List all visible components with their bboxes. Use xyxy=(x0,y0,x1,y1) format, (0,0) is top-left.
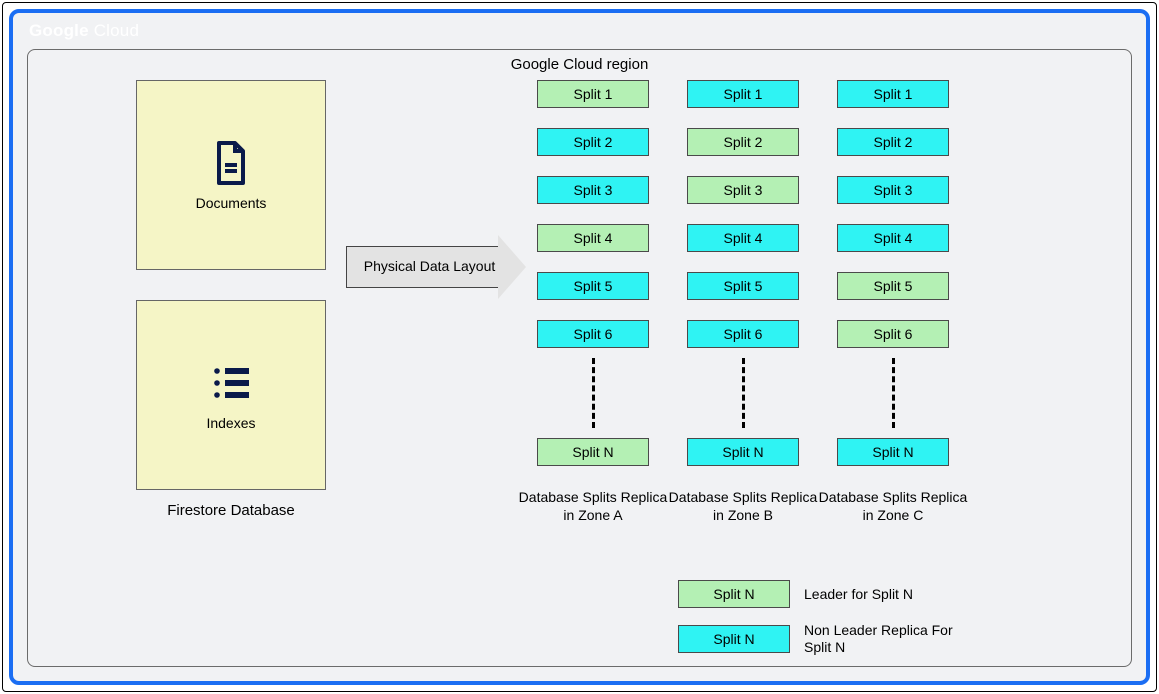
legend-leader-swatch: Split N xyxy=(678,580,790,608)
split-box: Split 5 xyxy=(837,272,949,300)
split-box: Split 2 xyxy=(837,128,949,156)
split-box: Split 5 xyxy=(687,272,799,300)
list-icon xyxy=(207,359,255,407)
split-box: Split 6 xyxy=(837,320,949,348)
documents-label: Documents xyxy=(196,195,267,211)
split-box: Split 1 xyxy=(537,80,649,108)
ellipsis-connector xyxy=(592,358,595,428)
split-box: Split N xyxy=(837,438,949,466)
indexes-box: Indexes xyxy=(136,300,326,490)
physical-data-layout-arrow: Physical Data Layout xyxy=(346,243,526,291)
split-box: Split 2 xyxy=(537,128,649,156)
google-cloud-title: Google Cloud xyxy=(29,21,139,41)
zone-c-column: Split 1 Split 2 Split 3 Split 4 Split 5 Split… xyxy=(828,80,958,524)
zone-caption: Database Splits Replica in Zone B xyxy=(668,488,818,524)
split-box: Split 4 xyxy=(537,224,649,252)
legend-replica-swatch: Split N xyxy=(678,625,790,653)
documents-box: Documents xyxy=(136,80,326,270)
split-box: Split 6 xyxy=(537,320,649,348)
brand-bold: Google xyxy=(29,21,89,40)
split-box: Split N xyxy=(687,438,799,466)
legend-leader-text: Leader for Split N xyxy=(804,586,974,603)
split-box: Split 3 xyxy=(537,176,649,204)
legend-replica-text: Non Leader Replica For Split N xyxy=(804,622,974,656)
legend-leader-row: Split N Leader for Split N xyxy=(678,580,974,608)
zone-caption: Database Splits Replica in Zone C xyxy=(818,488,968,524)
viewport: Google Cloud Google Cloud region Documen… xyxy=(2,2,1157,692)
split-box: Split 1 xyxy=(687,80,799,108)
indexes-label: Indexes xyxy=(206,415,255,431)
region-panel: Google Cloud region Documents xyxy=(27,49,1132,667)
split-box: Split 5 xyxy=(537,272,649,300)
brand-rest: Cloud xyxy=(89,21,139,40)
ellipsis-connector xyxy=(742,358,745,428)
split-box: Split 2 xyxy=(687,128,799,156)
firestore-db-caption: Firestore Database xyxy=(136,502,326,519)
split-box: Split 3 xyxy=(687,176,799,204)
arrow-head-icon xyxy=(498,235,526,299)
legend: Split N Leader for Split N Split N Non L… xyxy=(678,580,974,656)
split-box: Split 6 xyxy=(687,320,799,348)
split-box: Split 4 xyxy=(837,224,949,252)
split-box: Split 4 xyxy=(687,224,799,252)
split-box: Split 3 xyxy=(837,176,949,204)
split-box: Split N xyxy=(537,438,649,466)
arrow-label: Physical Data Layout xyxy=(346,246,498,288)
region-title: Google Cloud region xyxy=(28,56,1131,73)
split-box: Split 1 xyxy=(837,80,949,108)
legend-replica-row: Split N Non Leader Replica For Split N xyxy=(678,622,974,656)
zone-b-column: Split 1 Split 2 Split 3 Split 4 Split 5 Split… xyxy=(678,80,808,524)
zone-a-column: Split 1 Split 2 Split 3 Split 4 Split 5 Split… xyxy=(528,80,658,524)
ellipsis-connector xyxy=(892,358,895,428)
zone-caption: Database Splits Replica in Zone A xyxy=(518,488,668,524)
document-icon xyxy=(207,139,255,187)
google-cloud-frame: Google Cloud Google Cloud region Documen… xyxy=(9,9,1150,685)
